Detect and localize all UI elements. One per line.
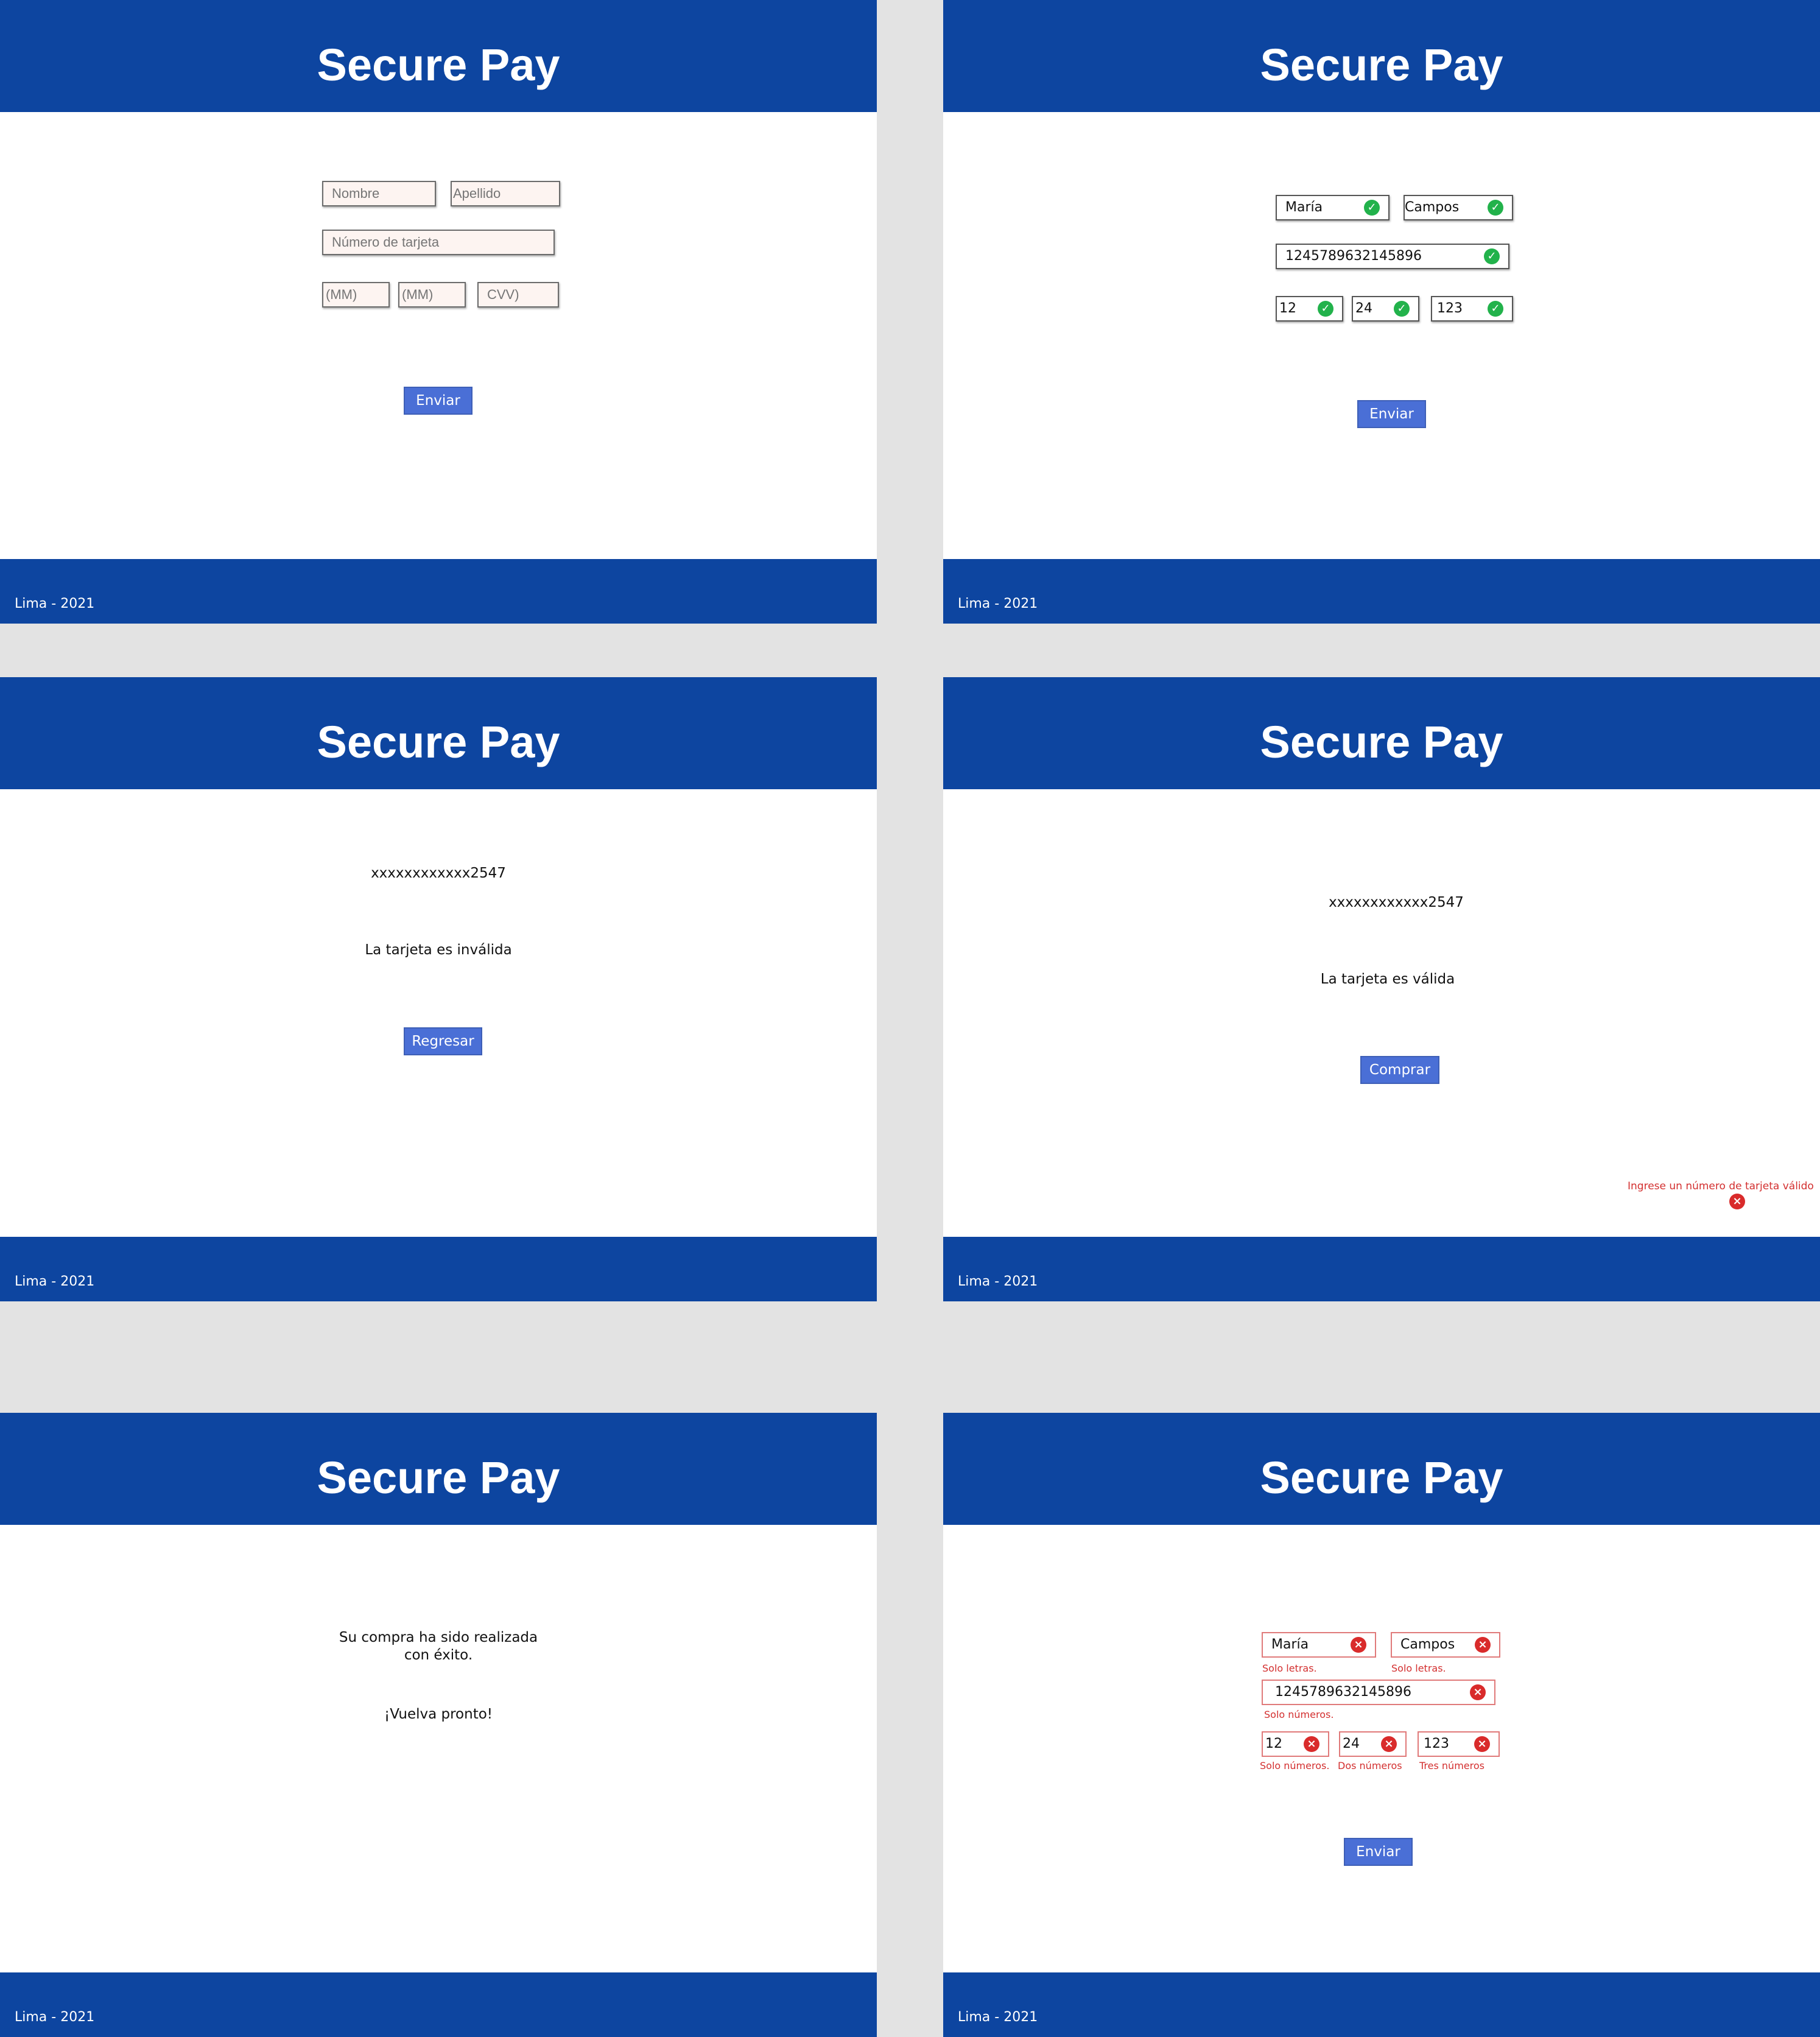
footer-text: Lima - 2021: [958, 1274, 1038, 1289]
header: Secure Pay: [0, 1413, 877, 1525]
apellido-value: Campos: [1400, 1637, 1455, 1652]
screen-form-errors: Secure Pay María × Solo letras. Campos × S…: [943, 1413, 1820, 2037]
month-input[interactable]: 12 ×: [1262, 1731, 1329, 1757]
month-input[interactable]: [322, 282, 390, 308]
footer: Lima - 2021: [943, 1237, 1820, 1301]
error-icon: ×: [1474, 1736, 1490, 1752]
footer-text: Lima - 2021: [958, 596, 1038, 611]
screen-invalid-card: Secure Pay xxxxxxxxxxxx2547 La tarjeta e…: [0, 677, 877, 1301]
footer: Lima - 2021: [943, 559, 1820, 624]
card-number-input[interactable]: 1245789632145896 ✓: [1276, 244, 1509, 269]
nombre-hint: Solo letras.: [1262, 1662, 1317, 1674]
cvv-input[interactable]: [477, 282, 559, 308]
check-icon: ✓: [1318, 301, 1333, 317]
cvv-input[interactable]: 123 ×: [1418, 1731, 1500, 1757]
screen-empty-form: Secure Pay Enviar Lima - 2021: [0, 0, 877, 624]
footer-text: Lima - 2021: [15, 596, 95, 611]
cvv-value: 123: [1424, 1736, 1449, 1751]
result-message: La tarjeta es válida: [1320, 971, 1455, 987]
result-message: La tarjeta es inválida: [365, 942, 512, 958]
year-input[interactable]: 24 ✓: [1352, 296, 1419, 322]
nombre-input[interactable]: María ✓: [1276, 195, 1390, 220]
header: Secure Pay: [943, 0, 1820, 112]
apellido-value: Campos: [1405, 200, 1460, 215]
screen-success: Secure Pay Su compra ha sido realizada c…: [0, 1413, 877, 2037]
header: Secure Pay: [0, 677, 877, 789]
cvv-value: 123: [1437, 301, 1463, 316]
error-icon: ×: [1304, 1736, 1319, 1752]
footer: Lima - 2021: [943, 1972, 1820, 2037]
header: Secure Pay: [943, 1413, 1820, 1525]
screen-valid-form: Secure Pay María ✓ Campos ✓ 12457896321458…: [943, 0, 1820, 624]
month-value: 12: [1279, 301, 1296, 316]
footer: Lima - 2021: [0, 559, 877, 624]
masked-card-number: xxxxxxxxxxxx2547: [371, 865, 506, 881]
card-number-hint: Solo números.: [1264, 1709, 1334, 1720]
brand-title: Secure Pay: [317, 1452, 560, 1503]
apellido-hint: Solo letras.: [1391, 1662, 1446, 1674]
header: Secure Pay: [0, 0, 877, 112]
nombre-value: María: [1285, 200, 1323, 215]
footer-text: Lima - 2021: [958, 2010, 1038, 2025]
nombre-input[interactable]: María ×: [1262, 1632, 1376, 1658]
check-icon: ✓: [1394, 301, 1410, 317]
error-icon: ×: [1475, 1637, 1491, 1653]
buy-button[interactable]: Comprar: [1360, 1056, 1439, 1084]
error-icon: ×: [1729, 1194, 1745, 1209]
card-number-input[interactable]: [322, 230, 555, 255]
footer-text: Lima - 2021: [15, 2010, 95, 2025]
masked-card-number: xxxxxxxxxxxx2547: [1329, 895, 1464, 910]
success-line-2: con éxito.: [404, 1647, 473, 1663]
card-number-value: 1245789632145896: [1285, 248, 1422, 264]
header: Secure Pay: [943, 677, 1820, 789]
footer: Lima - 2021: [0, 1972, 877, 2037]
year-value: 24: [1343, 1736, 1360, 1751]
farewell-text: ¡Vuelva pronto!: [384, 1706, 493, 1722]
apellido-input[interactable]: Campos ×: [1391, 1632, 1500, 1658]
success-line-1: Su compra ha sido realizada: [339, 1630, 538, 1645]
month-hint: Solo números.: [1260, 1760, 1330, 1771]
brand-title: Secure Pay: [1260, 1452, 1503, 1503]
cvv-hint: Tres números: [1419, 1760, 1484, 1771]
footer: Lima - 2021: [0, 1237, 877, 1301]
nombre-value: María: [1271, 1637, 1309, 1652]
month-value: 12: [1265, 1736, 1282, 1751]
error-icon: ×: [1381, 1736, 1397, 1752]
apellido-input[interactable]: Campos ✓: [1404, 195, 1513, 220]
card-number-input[interactable]: 1245789632145896 ×: [1262, 1680, 1495, 1705]
check-icon: ✓: [1364, 200, 1380, 216]
card-error-note: Ingrese un número de tarjeta válido: [1628, 1180, 1814, 1192]
error-icon: ×: [1351, 1637, 1366, 1653]
submit-button[interactable]: Enviar: [1357, 400, 1426, 428]
check-icon: ✓: [1488, 200, 1503, 216]
brand-title: Secure Pay: [1260, 40, 1503, 90]
brand-title: Secure Pay: [1260, 717, 1503, 767]
brand-title: Secure Pay: [317, 717, 560, 767]
card-number-value: 1245789632145896: [1275, 1684, 1411, 1700]
back-button[interactable]: Regresar: [404, 1027, 482, 1055]
submit-button[interactable]: Enviar: [404, 387, 473, 415]
year-input[interactable]: 24 ×: [1339, 1731, 1407, 1757]
footer-text: Lima - 2021: [15, 1274, 95, 1289]
error-icon: ×: [1470, 1684, 1486, 1700]
check-icon: ✓: [1484, 248, 1500, 264]
year-hint: Dos números: [1338, 1760, 1402, 1771]
brand-title: Secure Pay: [317, 40, 560, 90]
month-input[interactable]: 12 ✓: [1276, 296, 1343, 322]
year-value: 24: [1355, 301, 1372, 316]
cvv-input[interactable]: 123 ✓: [1431, 296, 1513, 322]
apellido-input[interactable]: [451, 181, 560, 206]
year-input[interactable]: [398, 282, 466, 308]
nombre-input[interactable]: [322, 181, 436, 206]
submit-button[interactable]: Enviar: [1344, 1838, 1413, 1866]
check-icon: ✓: [1488, 301, 1503, 317]
screen-valid-card: Secure Pay xxxxxxxxxxxx2547 La tarjeta e…: [943, 677, 1820, 1301]
